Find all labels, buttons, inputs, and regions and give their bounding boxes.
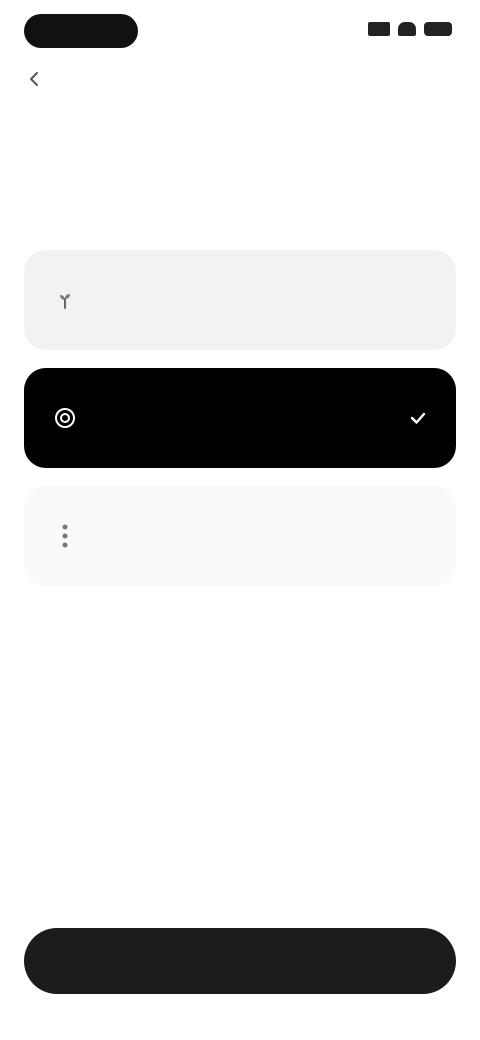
back-arrow-icon[interactable]: [24, 68, 46, 90]
option-text: [104, 414, 406, 422]
option-text: [104, 296, 430, 304]
option-card-1[interactable]: [24, 250, 456, 350]
signal-icon: [368, 22, 390, 36]
option-card-3[interactable]: [24, 486, 456, 586]
wifi-icon: [398, 22, 416, 36]
option-list: [24, 250, 456, 604]
target-icon: [50, 403, 80, 433]
status-icons: [368, 22, 452, 36]
battery-icon: [424, 22, 452, 36]
status-bar: [0, 0, 480, 64]
check-icon: [406, 406, 430, 430]
option-text: [104, 532, 430, 540]
sprout-icon: [50, 285, 80, 315]
continue-button[interactable]: [24, 928, 456, 994]
option-card-2[interactable]: [24, 368, 456, 468]
nav-header: [24, 62, 72, 96]
time-pill: [24, 14, 138, 48]
grip-icon: [50, 521, 80, 551]
